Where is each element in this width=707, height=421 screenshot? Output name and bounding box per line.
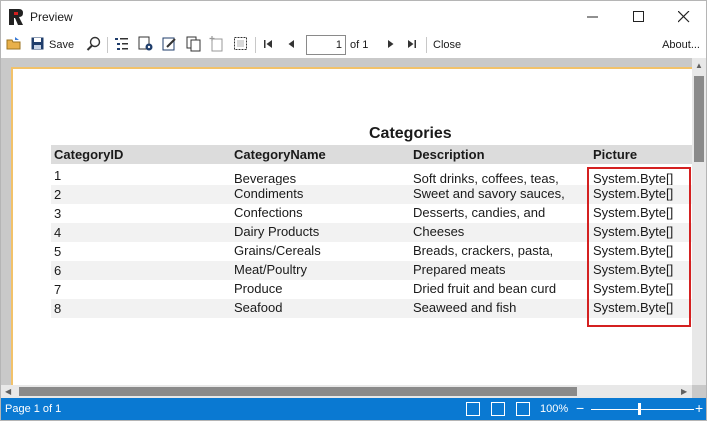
table-cell: Seaweed and fish [413, 300, 517, 315]
close-preview-button[interactable]: Close [433, 39, 461, 51]
table-cell: 6 [54, 263, 62, 278]
zoom-actual-size-icon[interactable] [516, 402, 530, 416]
next-page-icon [388, 40, 394, 48]
page-setup-icon [234, 37, 247, 50]
table-cell: Desserts, candies, and [413, 205, 546, 220]
table-cell: Soft drinks, coffees, teas, [413, 171, 559, 186]
minimize-button[interactable] [570, 1, 616, 33]
zoom-page-width-icon[interactable] [466, 402, 480, 416]
column-header: Description [413, 147, 485, 162]
copy-page-icon [186, 36, 201, 52]
zoom-in-button[interactable]: + [695, 400, 703, 416]
outline-icon [115, 38, 128, 50]
edit-icon [162, 37, 176, 51]
report-viewer[interactable]: Categories CategoryID CategoryName Descr… [1, 58, 706, 398]
table-cell: Breads, crackers, pasta, [413, 243, 554, 258]
horizontal-scroll-thumb[interactable] [19, 387, 577, 396]
minimize-icon [587, 16, 598, 18]
last-page-icon [408, 40, 416, 48]
find-button[interactable] [86, 36, 102, 54]
table-cell: 3 [54, 206, 62, 221]
vertical-scroll-thumb[interactable] [694, 76, 704, 162]
edit-page-button[interactable] [162, 36, 178, 54]
fastreport-icon [9, 9, 23, 25]
page-number-input[interactable] [306, 35, 346, 55]
toolbar: Save 1 of 1 Close About... [1, 33, 706, 58]
save-label[interactable]: Save [49, 39, 74, 51]
page-status: Page 1 of 1 [5, 403, 62, 415]
table-cell: Confections [234, 205, 303, 220]
table-cell: 4 [54, 225, 62, 240]
last-page-button[interactable] [406, 36, 418, 54]
report-title: Categories [369, 125, 452, 142]
next-page-button[interactable] [385, 36, 397, 54]
zoom-whole-page-icon[interactable] [491, 402, 505, 416]
save-icon [31, 37, 44, 50]
table-cell: Condiments [234, 186, 304, 201]
outline-button[interactable] [114, 36, 130, 54]
scroll-up-icon[interactable]: ▲ [695, 61, 703, 71]
vertical-scrollbar[interactable]: ▲ [692, 58, 706, 385]
table-cell: 7 [54, 282, 62, 297]
picture-column-highlight [587, 167, 691, 327]
table-cell: Produce [234, 281, 283, 296]
table-cell: Sweet and savory sauces, [413, 186, 565, 201]
table-cell: 5 [54, 244, 62, 259]
save-button[interactable] [31, 36, 45, 54]
table-cell: Meat/Poultry [234, 262, 307, 277]
search-icon [86, 36, 101, 51]
table-cell: 2 [54, 187, 62, 202]
close-icon [678, 11, 690, 23]
table-cell: Beverages [234, 171, 297, 186]
preview-window: Preview Save 1 of 1 Close About... Categ… [0, 0, 707, 421]
toolbar-separator [107, 37, 108, 53]
status-bar: Page 1 of 1 100% − + [1, 398, 706, 420]
toolbar-separator [255, 37, 256, 53]
table-cell: Dairy Products [234, 224, 320, 239]
table-cell: Seafood [234, 300, 283, 315]
scroll-right-icon[interactable]: ▶ [681, 387, 687, 397]
table-cell: Grains/Cereals [234, 243, 321, 258]
new-page-button[interactable] [209, 36, 225, 54]
toolbar-separator [426, 37, 427, 53]
settings-icon [138, 36, 153, 51]
open-button[interactable] [6, 36, 22, 54]
prev-page-icon [288, 40, 294, 48]
horizontal-scrollbar[interactable]: ◀ ▶ [1, 385, 692, 398]
scroll-left-icon[interactable]: ◀ [5, 387, 11, 397]
table-cell: 8 [54, 301, 62, 316]
zoom-slider-thumb[interactable] [638, 403, 641, 415]
zoom-out-button[interactable]: − [576, 400, 584, 416]
report-settings-button[interactable] [138, 36, 154, 54]
new-page-icon [209, 36, 223, 52]
page-count-label: of 1 [350, 39, 369, 51]
copy-page-button[interactable] [186, 36, 202, 54]
table-cell: Cheeses [413, 224, 465, 239]
close-window-button[interactable] [661, 1, 707, 33]
title-bar[interactable]: Preview [1, 1, 706, 33]
window-title: Preview [30, 10, 73, 24]
column-header: CategoryID [54, 147, 124, 162]
zoom-slider[interactable] [591, 409, 694, 410]
maximize-button[interactable] [616, 1, 662, 33]
about-button[interactable]: About... [662, 39, 700, 51]
prev-page-button[interactable] [286, 36, 298, 54]
column-header: Picture [593, 147, 638, 162]
column-header: CategoryName [234, 147, 326, 162]
table-cell: Prepared meats [413, 262, 506, 277]
open-icon [6, 37, 21, 50]
report-page: Categories CategoryID CategoryName Descr… [11, 67, 694, 385]
first-page-icon [264, 40, 272, 48]
table-cell: 1 [54, 168, 62, 183]
table-cell: Dried fruit and bean curd [413, 281, 557, 296]
maximize-icon [633, 11, 644, 22]
page-setup-button[interactable] [233, 36, 249, 54]
zoom-level: 100% [540, 403, 569, 415]
first-page-button[interactable] [263, 36, 275, 54]
